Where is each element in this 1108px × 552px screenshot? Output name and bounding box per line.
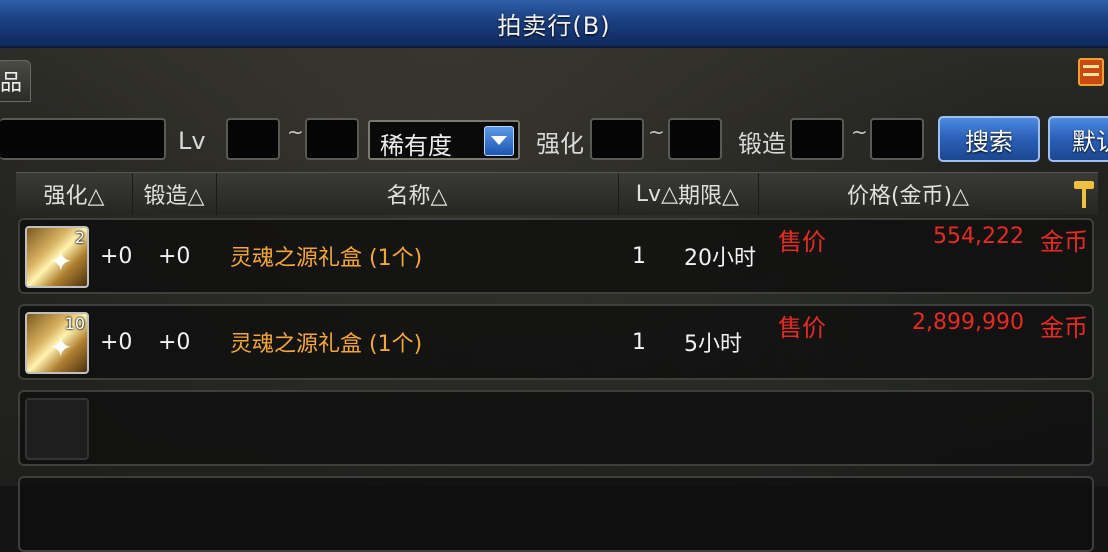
item-price: 2,899,990 (912, 310, 1024, 335)
sale-label: 售价 (778, 314, 826, 342)
reinforce-min-input[interactable] (590, 118, 644, 160)
chevron-down-icon[interactable] (484, 126, 514, 156)
price-unit: 金币 (1040, 228, 1088, 256)
lv-label: Lv (178, 127, 206, 155)
search-button[interactable]: 搜索 (938, 116, 1040, 162)
table-row-empty (18, 390, 1094, 466)
table-row[interactable]: 10 ✦ +0 +0 灵魂之源礼盒 (1个) 1 5小时 售价 2,899,99… (18, 304, 1094, 380)
col-lv[interactable]: Lv△ (618, 173, 678, 215)
reinforce-label: 强化 (536, 130, 584, 158)
col-price[interactable]: 价格(金币)△ (758, 173, 1058, 215)
item-name: 灵魂之源礼盒 (1个) (230, 246, 423, 271)
window-title: 拍卖行(B) (497, 11, 611, 40)
category-tab[interactable]: 品 (0, 60, 31, 102)
item-expire: 5小时 (684, 332, 742, 357)
item-slot[interactable]: 2 ✦ (25, 226, 89, 288)
col-forge[interactable]: 锻造△ (132, 173, 217, 215)
reinforce-value: +0 (100, 243, 133, 269)
forge-min-input[interactable] (790, 118, 844, 160)
default-button[interactable]: 默认 (1048, 116, 1108, 162)
table-row[interactable]: 2 ✦ +0 +0 灵魂之源礼盒 (1个) 1 20小时 售价 554,222 … (18, 218, 1094, 294)
item-price: 554,222 (933, 224, 1024, 249)
hammer-icon[interactable] (1072, 179, 1096, 209)
forge-tilde: ~ (851, 120, 868, 144)
item-level: 1 (632, 329, 646, 355)
settings-icon[interactable] (1078, 58, 1104, 86)
item-count: 2 (74, 228, 85, 247)
search-button-label: 搜索 (965, 127, 1013, 156)
rarity-select[interactable]: 稀有度 (368, 120, 520, 160)
filter-bar: Lv ~ 稀有度 强化 ~ 锻造 ~ 搜索 默认 (0, 116, 1108, 162)
sale-label: 售价 (778, 228, 826, 256)
price-unit: 金币 (1040, 314, 1088, 342)
sparkle-icon: ✦ (49, 245, 73, 278)
item-expire: 20小时 (684, 246, 756, 271)
col-expire-label: 期限△ (678, 184, 739, 209)
forge-label: 锻造 (738, 130, 786, 158)
reinforce-max-input[interactable] (668, 118, 722, 160)
col-name-label: 名称△ (386, 184, 448, 209)
col-reinforce[interactable]: 强化△ (16, 173, 133, 215)
auction-table: 强化△ 锻造△ 名称△ Lv△ 期限△ 价格(金币)△ 2 ✦ +0 +0 灵魂… (16, 172, 1098, 552)
lv-min-input[interactable] (226, 118, 280, 160)
forge-value: +0 (158, 329, 191, 355)
forge-max-input[interactable] (870, 118, 924, 160)
item-slot-empty (25, 398, 89, 460)
table-header: 强化△ 锻造△ 名称△ Lv△ 期限△ 价格(金币)△ (16, 172, 1098, 215)
col-name[interactable]: 名称△ (216, 173, 619, 215)
title-bar: 拍卖行(B) (0, 0, 1108, 48)
col-lv-label: Lv△ (635, 181, 678, 207)
lv-max-input[interactable] (305, 118, 359, 160)
sparkle-icon: ✦ (49, 331, 73, 364)
item-name: 灵魂之源礼盒 (1个) (230, 332, 423, 357)
col-reinforce-label: 强化△ (43, 184, 105, 209)
rarity-select-label: 稀有度 (380, 132, 452, 160)
default-button-label: 默认 (1072, 127, 1108, 156)
reinforce-tilde: ~ (648, 120, 665, 144)
item-slot[interactable]: 10 ✦ (25, 312, 89, 374)
forge-value: +0 (158, 243, 191, 269)
category-tab-label: 品 (0, 71, 23, 96)
item-level: 1 (632, 243, 646, 269)
lv-tilde: ~ (287, 120, 304, 144)
col-price-label: 价格(金币)△ (846, 184, 970, 209)
name-search-input[interactable] (0, 118, 166, 160)
reinforce-value: +0 (100, 329, 133, 355)
col-forge-label: 锻造△ (143, 184, 205, 209)
table-row-empty (18, 476, 1094, 552)
col-expire[interactable]: 期限△ (678, 173, 759, 215)
